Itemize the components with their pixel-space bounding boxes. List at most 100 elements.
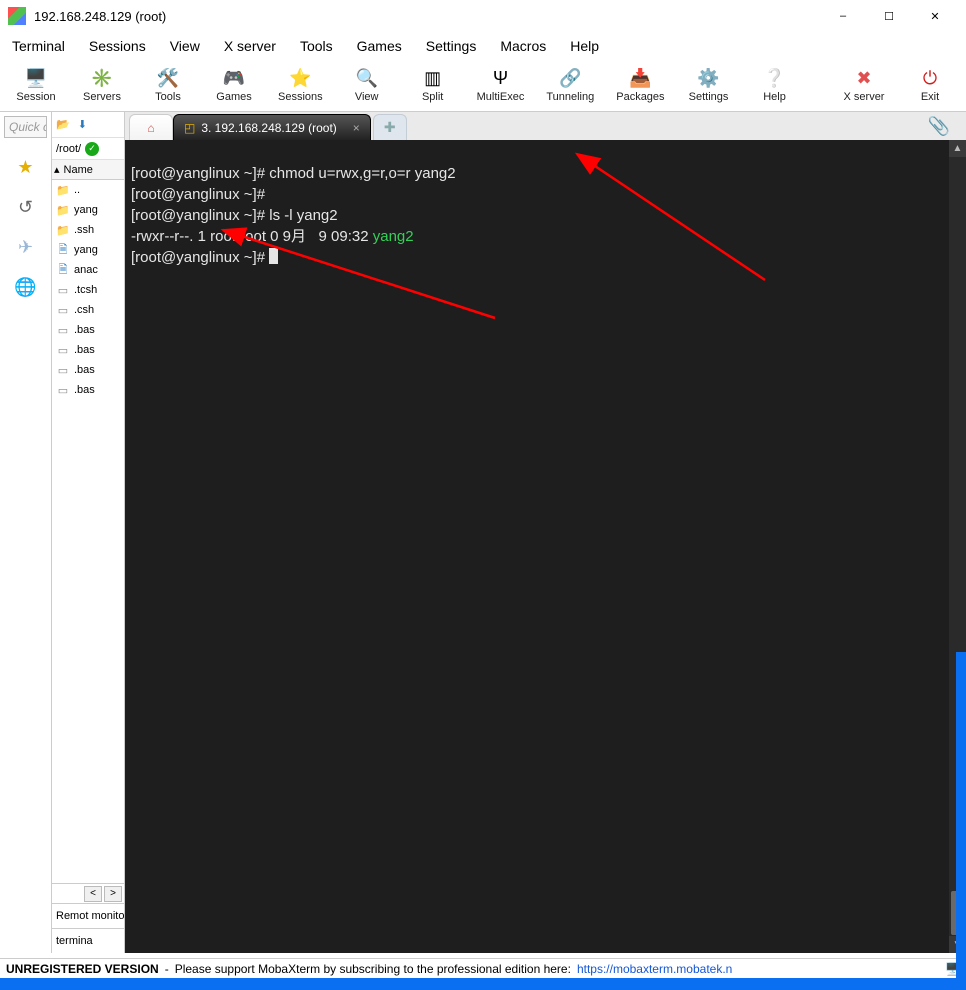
main-toolbar: 🖥️Session ✳️Servers 🛠️Tools 🎮Games ⭐Sess…	[0, 59, 966, 111]
file-icon: ▭	[56, 344, 70, 357]
minimize-button[interactable]: ‒	[820, 0, 866, 32]
bottom-accent	[0, 978, 966, 990]
scroll-up-icon[interactable]: ▲	[949, 140, 966, 157]
folder-icon: 📁	[56, 224, 70, 237]
tool-servers[interactable]: ✳️Servers	[80, 67, 124, 103]
scroll-right-button[interactable]: >	[104, 886, 122, 902]
view-icon: 🔍	[356, 67, 378, 89]
session-tab-label: 3. 192.168.248.129 (root)	[201, 121, 336, 135]
tab-add[interactable]: ✚	[373, 114, 407, 140]
menu-bar: Terminal Sessions View X server Tools Ga…	[0, 32, 966, 59]
download-icon[interactable]: ⬇	[78, 118, 87, 131]
tool-multiexec[interactable]: ΨMultiExec	[477, 67, 525, 103]
menu-xserver[interactable]: X server	[220, 36, 280, 56]
tool-tunneling[interactable]: 🔗Tunneling	[546, 67, 594, 103]
tab-close-icon[interactable]: ×	[353, 121, 360, 135]
plus-icon: ✚	[384, 119, 396, 136]
file-icon: ▭	[56, 324, 70, 337]
split-icon: ▥	[422, 67, 444, 89]
file-icon: ▭	[56, 384, 70, 397]
list-item[interactable]: 🗎yang	[52, 240, 124, 260]
sidebar-left: Quick conne ★ ↺ ✈ 🌐	[0, 112, 52, 953]
favorites-icon[interactable]: ★	[15, 156, 37, 178]
list-item[interactable]: 🗎anac	[52, 260, 124, 280]
tab-bar: ⌂ ◰ 3. 192.168.248.129 (root) × ✚ 📎	[125, 112, 966, 140]
menu-settings[interactable]: Settings	[422, 36, 481, 56]
list-item[interactable]: ▭.csh	[52, 300, 124, 320]
settings-icon: ⚙️	[698, 67, 720, 89]
menu-view[interactable]: View	[166, 36, 204, 56]
tunneling-icon: 🔗	[559, 67, 581, 89]
follow-terminal-toggle[interactable]: termina	[52, 928, 124, 953]
tool-sessions[interactable]: ⭐Sessions	[278, 67, 323, 103]
unregistered-label: UNREGISTERED VERSION	[6, 962, 159, 976]
list-item[interactable]: ▭.tcsh	[52, 280, 124, 300]
tools-icon: 🛠️	[157, 67, 179, 89]
send-icon[interactable]: ✈	[15, 236, 37, 258]
globe-icon[interactable]: 🌐	[15, 276, 37, 298]
file-list-header[interactable]: ▴ Name	[52, 160, 124, 180]
right-accent	[956, 652, 966, 978]
tool-view[interactable]: 🔍View	[345, 67, 389, 103]
file-icon: ▭	[56, 364, 70, 377]
list-item[interactable]: ▭.bas	[52, 360, 124, 380]
menu-help[interactable]: Help	[566, 36, 603, 56]
quick-connect-input[interactable]: Quick conne	[4, 116, 47, 138]
status-message: Please support MobaXterm by subscribing …	[175, 962, 571, 976]
history-icon[interactable]: ↺	[15, 196, 37, 218]
terminal-cursor	[269, 248, 278, 264]
folder-icon: 📁	[56, 184, 70, 197]
terminal-pane[interactable]: [root@yanglinux ~]# chmod u=rwx,g=r,o=r …	[125, 140, 966, 953]
main-area: ⌂ ◰ 3. 192.168.248.129 (root) × ✚ 📎 [roo…	[125, 112, 966, 953]
file-scroll-buttons: < >	[52, 883, 124, 903]
folder-up-icon[interactable]: 📂	[56, 118, 70, 131]
list-item[interactable]: 📁..	[52, 180, 124, 200]
status-bar: UNREGISTERED VERSION - Please support Mo…	[0, 958, 966, 978]
list-item[interactable]: 📁yang	[52, 200, 124, 220]
session-tab-icon: ◰	[184, 121, 195, 135]
attachment-icon[interactable]: 📎	[928, 116, 950, 137]
menu-tools[interactable]: Tools	[296, 36, 337, 56]
tool-exit[interactable]: ⏻Exit	[908, 67, 952, 103]
scroll-left-button[interactable]: <	[84, 886, 102, 902]
tool-help[interactable]: ❔Help	[753, 67, 797, 103]
menu-terminal[interactable]: Terminal	[8, 36, 69, 56]
list-item[interactable]: ▭.bas	[52, 320, 124, 340]
folder-icon: 📁	[56, 204, 70, 217]
xserver-icon: ✖	[853, 67, 875, 89]
menu-sessions[interactable]: Sessions	[85, 36, 150, 56]
help-icon: ❔	[764, 67, 786, 89]
maximize-button[interactable]: ☐	[866, 0, 912, 32]
list-item[interactable]: ▭.bas	[52, 340, 124, 360]
tool-tools[interactable]: 🛠️Tools	[146, 67, 190, 103]
multiexec-icon: Ψ	[489, 67, 511, 89]
tool-xserver[interactable]: ✖X server	[842, 67, 886, 103]
tool-session[interactable]: 🖥️Session	[14, 67, 58, 103]
window-title: 192.168.248.129 (root)	[34, 9, 820, 24]
app-icon	[8, 7, 26, 25]
file-toolbar: 📂 ⬇	[52, 112, 124, 138]
workspace: Quick conne ★ ↺ ✈ 🌐 📂 ⬇ /root/ ✓ ▴ Name …	[0, 111, 966, 953]
tool-split[interactable]: ▥Split	[411, 67, 455, 103]
packages-icon: 📥	[629, 67, 651, 89]
file-path-bar: /root/ ✓	[52, 138, 124, 160]
title-bar: 192.168.248.129 (root) ‒ ☐ ✕	[0, 0, 966, 32]
sort-icon: ▴	[54, 163, 60, 176]
list-item[interactable]: ▭.bas	[52, 380, 124, 400]
status-link[interactable]: https://mobaxterm.mobatek.n	[577, 962, 732, 976]
home-icon: ⌂	[147, 121, 154, 135]
tab-session[interactable]: ◰ 3. 192.168.248.129 (root) ×	[173, 114, 371, 140]
file-icon: ▭	[56, 304, 70, 317]
tool-games[interactable]: 🎮Games	[212, 67, 256, 103]
tool-packages[interactable]: 📥Packages	[616, 67, 664, 103]
tab-home[interactable]: ⌂	[129, 114, 173, 140]
path-text[interactable]: /root/	[56, 143, 81, 155]
menu-macros[interactable]: Macros	[496, 36, 550, 56]
list-item[interactable]: 📁.ssh	[52, 220, 124, 240]
close-window-button[interactable]: ✕	[912, 0, 958, 32]
tool-settings[interactable]: ⚙️Settings	[687, 67, 731, 103]
games-icon: 🎮	[223, 67, 245, 89]
remote-monitor-toggle[interactable]: Remot monitor	[52, 903, 124, 928]
menu-games[interactable]: Games	[353, 36, 406, 56]
path-ok-icon: ✓	[85, 142, 99, 156]
